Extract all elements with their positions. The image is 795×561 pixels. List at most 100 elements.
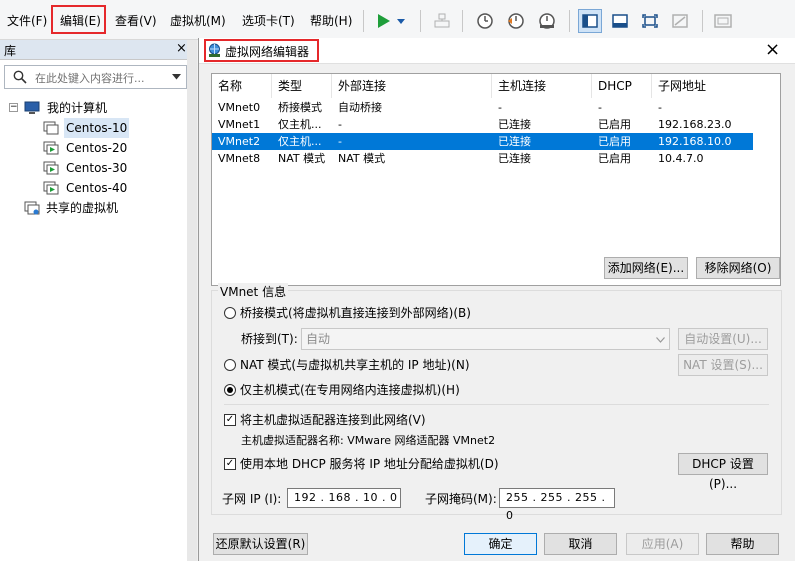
checkbox-checked[interactable]: ✓ — [224, 414, 236, 426]
chevron-down-icon[interactable] — [172, 74, 181, 80]
panel-splitter[interactable] — [187, 40, 197, 561]
menu-view[interactable]: 查看(V) — [112, 12, 160, 30]
tree-item-my-computer[interactable]: − 我的计算机 — [9, 98, 189, 118]
cell-type: NAT 模式 — [278, 152, 326, 165]
checkbox-label: 使用本地 DHCP 服务将 IP 地址分配给虚拟机(D) — [240, 457, 499, 471]
divider — [224, 404, 769, 405]
tree-label: 共享的虚拟机 — [46, 201, 119, 215]
menu-file[interactable]: 文件(F) — [4, 12, 50, 30]
snapshot-manager-button[interactable] — [535, 9, 559, 33]
column-header[interactable]: 子网地址 — [652, 74, 753, 98]
select-value: 自动 — [306, 332, 331, 346]
table-row[interactable]: VMnet8 NAT 模式 NAT 模式 已连接 已启用 10.4.7.0 — [212, 150, 753, 167]
send-ctrl-alt-del-button[interactable] — [430, 9, 454, 33]
column-header[interactable]: DHCP — [592, 74, 652, 98]
table-row[interactable]: VMnet0 桥接模式 自动桥接 - - - — [212, 99, 753, 116]
collapse-toggle-icon[interactable]: − — [9, 103, 18, 112]
column-header[interactable]: 外部连接 — [332, 74, 492, 98]
cell-host: 已连接 — [498, 152, 531, 165]
tree-item-shared-vms[interactable]: 共享的虚拟机 — [24, 198, 184, 218]
column-header[interactable]: 名称 — [212, 74, 272, 98]
tree-item-vm[interactable]: Centos-30 — [43, 158, 183, 178]
title-highlight — [204, 39, 319, 62]
virtual-network-editor-dialog: 虚拟网络编辑器 × 名称 类型 外部连接 主机连接 DHCP 子网地址 VMne… — [198, 38, 795, 561]
menu-vm[interactable]: 虚拟机(M) — [167, 12, 229, 30]
column-header[interactable]: 类型 — [272, 74, 332, 98]
radio-label: 仅主机模式(在专用网络内连接虚拟机)(H) — [240, 383, 460, 397]
play-icon — [378, 14, 390, 28]
cell-host: 已连接 — [498, 135, 531, 148]
library-title: 库 — [4, 44, 17, 58]
vmnet-info-title: VMnet 信息 — [218, 283, 289, 300]
search-placeholder: 在此处键入内容进行... — [35, 72, 145, 85]
column-header[interactable]: 主机连接 — [492, 74, 592, 98]
help-button[interactable]: 帮助 — [706, 533, 779, 555]
add-network-button[interactable]: 添加网络(E)... — [604, 257, 688, 279]
cell-dhcp: 已启用 — [598, 135, 631, 148]
unity-button[interactable] — [668, 9, 692, 33]
restore-defaults-button[interactable]: 还原默认设置(R) — [213, 533, 308, 555]
bridged-to-select[interactable]: 自动 — [301, 328, 670, 350]
cell-external: NAT 模式 — [338, 152, 386, 165]
cell-external: 自动桥接 — [338, 101, 382, 114]
subnet-mask-label: 子网掩码(M): — [425, 492, 497, 506]
subnet-mask-input[interactable]: 255 . 255 . 255 . 0 — [499, 488, 615, 522]
vm-running-icon — [43, 181, 59, 195]
cell-dhcp: - — [598, 101, 602, 114]
toolbar-separator — [420, 10, 421, 32]
radio-button[interactable] — [224, 307, 236, 319]
chevron-down-icon — [397, 19, 405, 24]
full-screen-button[interactable] — [638, 9, 662, 33]
sidebar-icon — [582, 14, 598, 28]
chevron-down-icon — [656, 337, 665, 343]
cell-host: 已连接 — [498, 118, 531, 131]
show-library-button[interactable] — [578, 9, 602, 33]
clock-revert-icon — [508, 13, 524, 29]
tree-label: Centos-10 — [64, 118, 130, 138]
menu-help[interactable]: 帮助(H) — [307, 12, 355, 30]
subnet-ip-input[interactable]: 192 . 168 . 10 . 0 — [287, 488, 401, 508]
toolbar-separator — [462, 10, 463, 32]
cell-type: 桥接模式 — [278, 101, 322, 114]
revert-snapshot-button[interactable] — [504, 9, 528, 33]
thumbnail-bar-button[interactable] — [608, 9, 632, 33]
tree-item-vm[interactable]: Centos-20 — [43, 138, 183, 158]
cell-name: VMnet8 — [218, 152, 261, 165]
dialog-close-button[interactable]: × — [765, 40, 780, 60]
bridged-to-label: 桥接到(T): — [241, 332, 298, 346]
checkbox-checked[interactable]: ✓ — [224, 458, 236, 470]
tree-label: Centos-40 — [66, 181, 128, 195]
dialog-titlebar: 虚拟网络编辑器 × — [199, 38, 795, 64]
cell-name: VMnet2 — [218, 135, 261, 148]
shared-vm-icon — [24, 201, 40, 215]
radio-button[interactable] — [224, 359, 236, 371]
power-dropdown-button[interactable] — [393, 9, 409, 33]
apply-button[interactable]: 应用(A) — [626, 533, 699, 555]
tree-label: Centos-20 — [66, 141, 128, 155]
power-on-button[interactable] — [371, 9, 395, 33]
tree-item-vm[interactable]: Centos-40 — [43, 178, 183, 198]
tree-label: Centos-30 — [66, 161, 128, 175]
cell-name: VMnet0 — [218, 101, 261, 114]
table-row-selected[interactable]: VMnet2 仅主机... - 已连接 已启用 192.168.10.0 — [212, 133, 753, 150]
nat-settings-button[interactable]: NAT 设置(S)... — [678, 354, 768, 376]
clock-manager-icon — [539, 13, 555, 29]
vm-icon — [43, 121, 59, 135]
edit-menu-highlight — [51, 5, 106, 34]
menu-tabs[interactable]: 选项卡(T) — [239, 12, 298, 30]
tree-item-vm[interactable]: Centos-10 — [43, 118, 183, 138]
snapshot-button[interactable] — [473, 9, 497, 33]
cell-subnet: 192.168.23.0 — [658, 118, 732, 131]
keyboard-icon — [434, 13, 450, 28]
radio-button-selected[interactable] — [224, 384, 236, 396]
auto-settings-button[interactable]: 自动设置(U)... — [678, 328, 768, 350]
library-close-button[interactable]: × — [176, 41, 187, 56]
cell-external: - — [338, 118, 342, 131]
console-view-button[interactable] — [711, 9, 735, 33]
remove-network-button[interactable]: 移除网络(O) — [696, 257, 780, 279]
table-row[interactable]: VMnet1 仅主机... - 已连接 已启用 192.168.23.0 — [212, 116, 753, 133]
dhcp-settings-button[interactable]: DHCP 设置(P)... — [678, 453, 768, 491]
ok-button[interactable]: 确定 — [464, 533, 537, 555]
cancel-button[interactable]: 取消 — [544, 533, 617, 555]
library-search-input[interactable]: 在此处键入内容进行... — [4, 65, 187, 89]
